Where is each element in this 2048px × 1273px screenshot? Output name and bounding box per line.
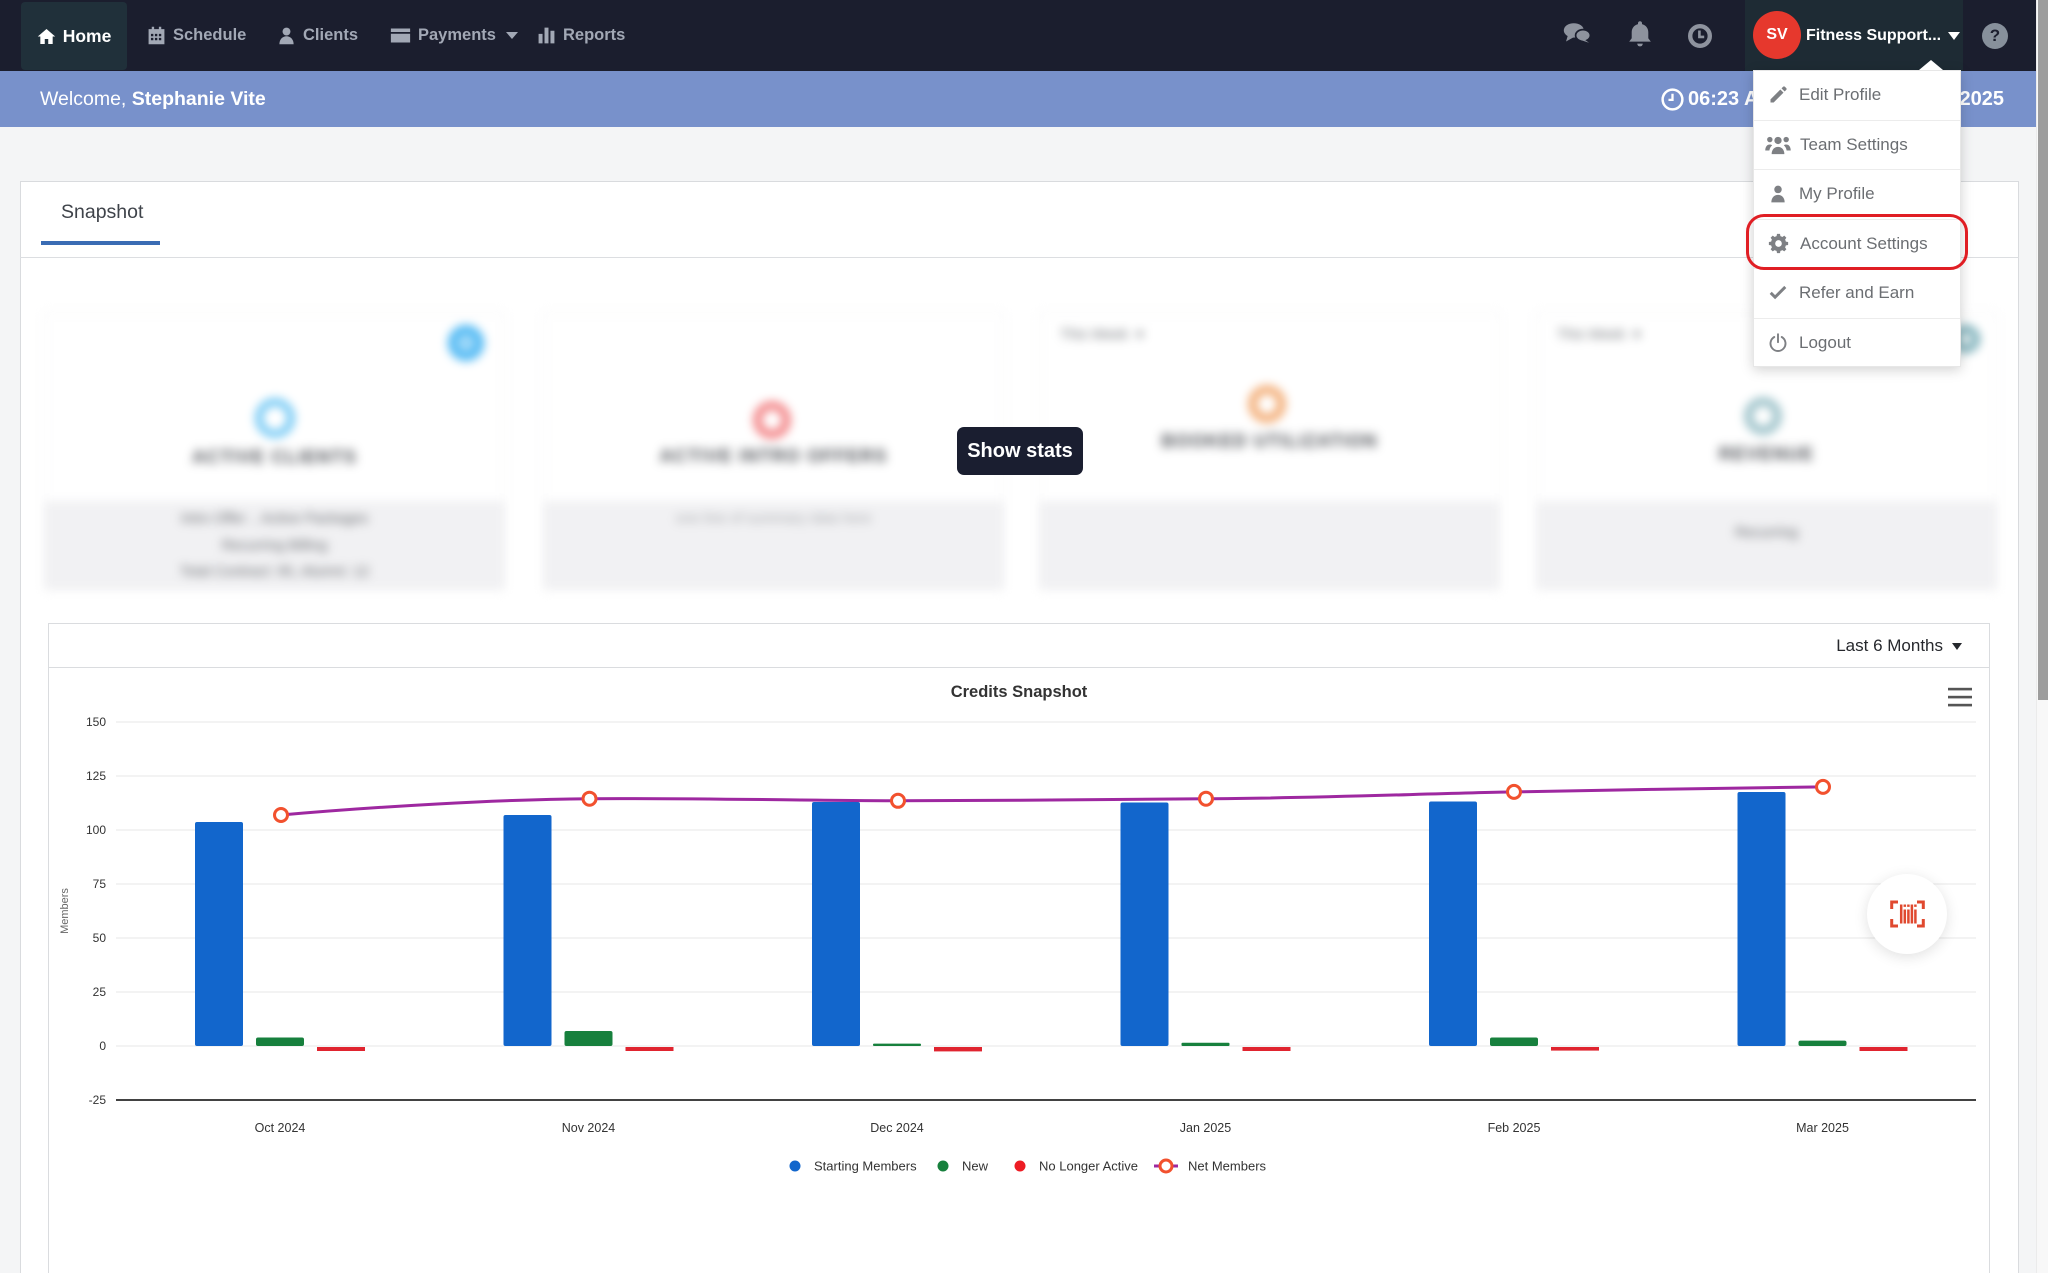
svg-text:Jan 2025: Jan 2025 <box>1180 1121 1231 1135</box>
svg-text:-25: -25 <box>89 1093 107 1107</box>
svg-text:150: 150 <box>86 715 106 729</box>
svg-text:75: 75 <box>93 877 107 891</box>
svg-text:100: 100 <box>86 823 106 837</box>
svg-text:No Longer Active: No Longer Active <box>1039 1159 1138 1174</box>
svg-text:125: 125 <box>86 769 106 783</box>
svg-text:25: 25 <box>93 985 107 999</box>
svg-text:Feb 2025: Feb 2025 <box>1488 1121 1541 1135</box>
svg-text:50: 50 <box>93 931 107 945</box>
svg-text:Credits Snapshot: Credits Snapshot <box>951 683 1088 701</box>
svg-text:Net Members: Net Members <box>1188 1159 1267 1174</box>
svg-text:0: 0 <box>99 1039 106 1053</box>
svg-text:New: New <box>962 1159 989 1174</box>
svg-text:Dec 2024: Dec 2024 <box>870 1121 924 1135</box>
svg-text:Oct 2024: Oct 2024 <box>255 1121 306 1135</box>
svg-text:Members: Members <box>59 888 71 934</box>
svg-text:Nov 2024: Nov 2024 <box>562 1121 616 1135</box>
svg-text:Mar 2025: Mar 2025 <box>1796 1121 1849 1135</box>
svg-text:Starting Members: Starting Members <box>814 1159 917 1174</box>
